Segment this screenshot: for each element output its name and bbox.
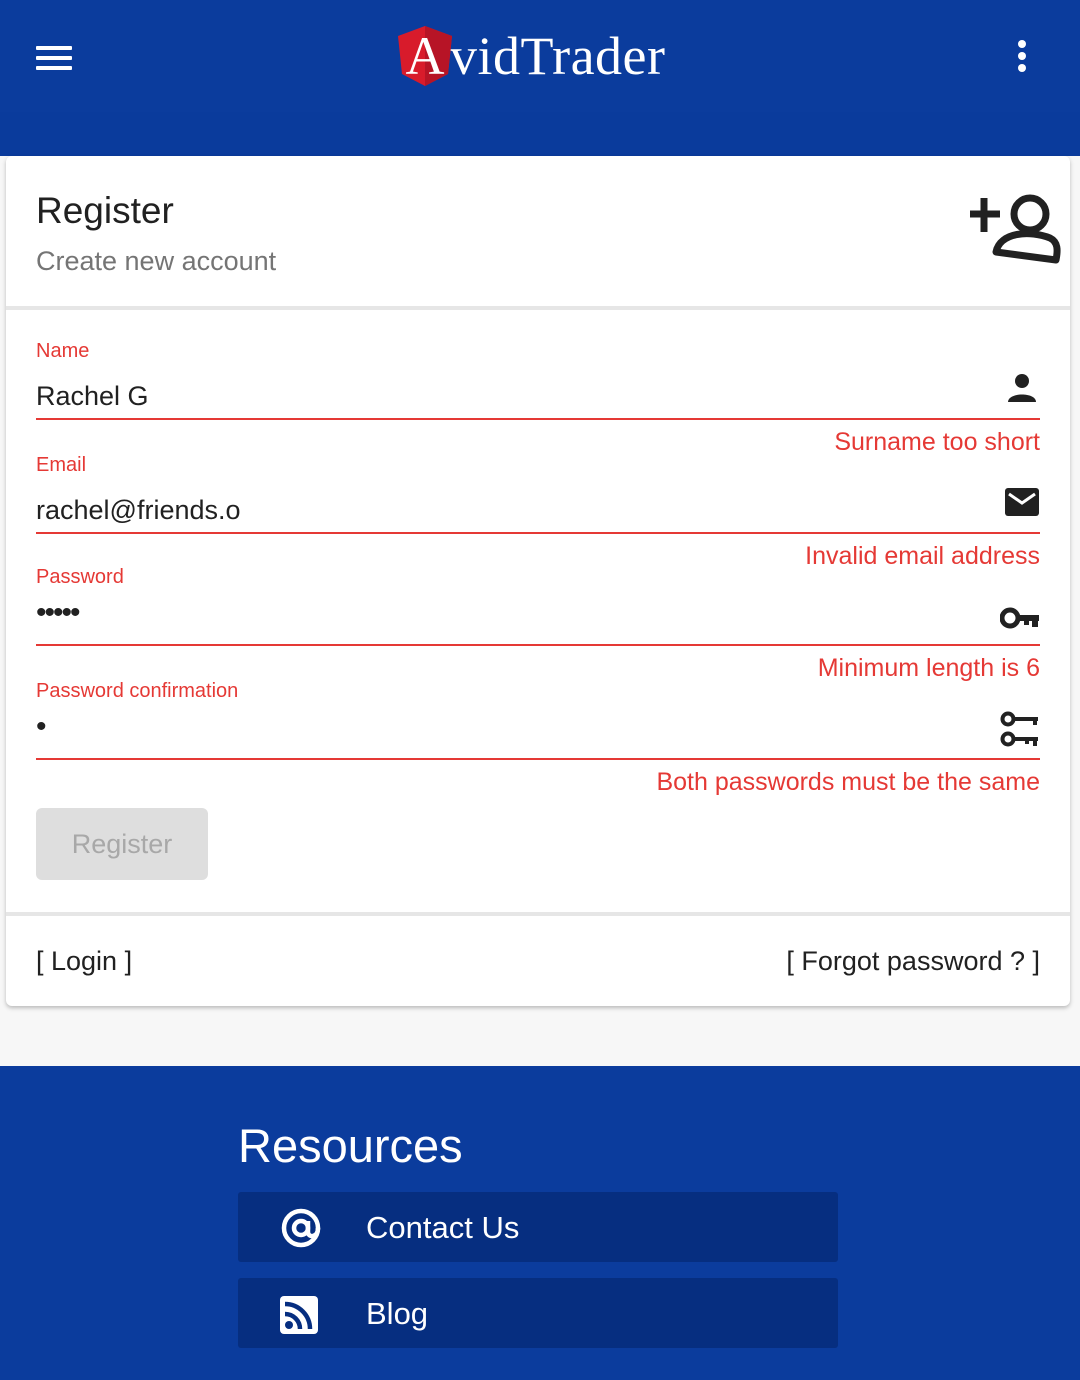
password-input[interactable]: ••••• bbox=[36, 596, 936, 636]
person-icon bbox=[1008, 374, 1036, 402]
app-bar-extension bbox=[0, 112, 1080, 156]
password-confirmation-underline bbox=[36, 758, 1040, 760]
more-vert-icon[interactable] bbox=[1010, 40, 1034, 76]
name-label: Name bbox=[36, 340, 90, 362]
email-label: Email bbox=[36, 454, 87, 476]
password-error: Minimum length is 6 bbox=[817, 654, 1040, 682]
email-input[interactable] bbox=[36, 490, 936, 530]
app-logo[interactable]: A vidTrader bbox=[396, 24, 666, 88]
header-divider bbox=[6, 306, 1070, 310]
register-button[interactable]: Register bbox=[36, 808, 208, 880]
menu-icon[interactable] bbox=[36, 46, 72, 70]
password-confirmation-label: Password confirmation bbox=[36, 680, 239, 702]
name-error: Surname too short bbox=[834, 428, 1040, 456]
name-underline bbox=[36, 418, 1040, 420]
register-card: Register Create new account Name Surname… bbox=[6, 156, 1070, 1006]
logo-text: vidTrader bbox=[450, 26, 666, 86]
page-subtitle: Create new account bbox=[36, 246, 277, 276]
app-bar: A vidTrader bbox=[0, 0, 1080, 112]
blog-label: Blog bbox=[366, 1296, 429, 1331]
forgot-password-link[interactable]: [ Forgot password ? ] bbox=[786, 946, 1040, 977]
contact-us-button[interactable]: Contact Us bbox=[238, 1192, 838, 1262]
email-underline bbox=[36, 532, 1040, 534]
password-underline bbox=[36, 644, 1040, 646]
page-title: Register bbox=[36, 190, 174, 231]
logo-letter: A bbox=[405, 26, 445, 86]
password-confirmation-input[interactable]: • bbox=[36, 710, 936, 750]
key-double-icon bbox=[1000, 711, 1038, 747]
password-label: Password bbox=[36, 566, 124, 588]
email-error: Invalid email address bbox=[805, 542, 1040, 570]
card-header: Register Create new account bbox=[6, 156, 1070, 306]
logo-shield: A bbox=[396, 24, 454, 88]
footer-divider bbox=[6, 912, 1070, 916]
rss-icon bbox=[280, 1296, 318, 1334]
login-link[interactable]: [ Login ] bbox=[36, 946, 132, 977]
resources-title: Resources bbox=[238, 1119, 463, 1172]
person-add-icon bbox=[970, 194, 1061, 264]
name-input[interactable] bbox=[36, 376, 936, 416]
blog-button[interactable]: Blog bbox=[238, 1278, 838, 1348]
mail-icon bbox=[1005, 488, 1039, 516]
password-confirmation-error: Both passwords must be the same bbox=[656, 768, 1040, 796]
contact-us-label: Contact Us bbox=[366, 1210, 520, 1245]
at-sign-icon bbox=[281, 1208, 321, 1248]
key-icon bbox=[1000, 607, 1039, 629]
resources-footer: Resources Contact Us Blog bbox=[0, 1066, 1080, 1380]
